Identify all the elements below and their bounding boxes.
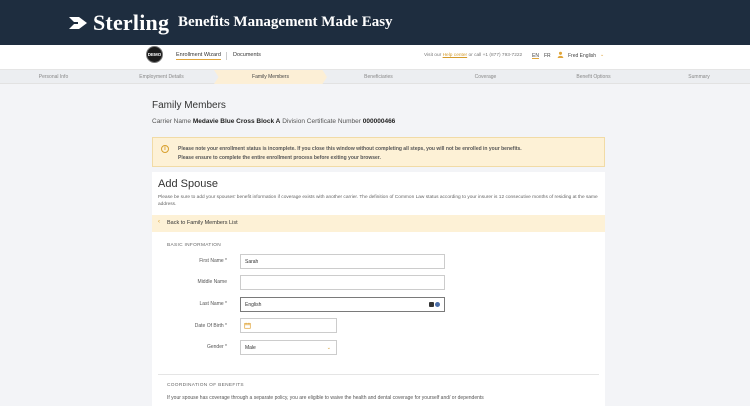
autofill-icon (435, 302, 440, 307)
step-beneficiaries[interactable]: Beneficiaries (325, 70, 432, 84)
calendar-icon[interactable] (244, 322, 251, 329)
last-name-label: Last Name * (199, 301, 227, 307)
middle-name-input[interactable] (240, 275, 445, 290)
language-fr[interactable]: FR (544, 53, 551, 59)
top-banner: Sterling Benefits Management Made Easy (0, 0, 750, 45)
user-icon (557, 51, 564, 58)
user-menu[interactable]: Fred English (568, 53, 596, 59)
alert-line-1: Please note your enrollment status is in… (178, 146, 522, 152)
chevron-down-icon: ⌄ (326, 345, 331, 351)
gender-label: Gender * (206, 344, 227, 350)
logo-text: Sterling (93, 10, 170, 35)
first-name-label: First Name * (199, 258, 227, 264)
sterling-logo[interactable]: Sterling (68, 10, 169, 36)
cob-text: If your spouse has coverage through a se… (167, 395, 484, 401)
step-employment-details[interactable]: Employment Details (108, 70, 215, 84)
section-divider (158, 374, 599, 375)
last-name-input[interactable]: English (240, 297, 445, 312)
gender-select[interactable]: Male ⌄ (240, 340, 337, 355)
middle-name-label: Middle Name (197, 279, 227, 285)
form-heading: Add Spouse (158, 178, 218, 190)
cob-label: COORDINATION OF BENEFITS (167, 383, 244, 388)
last-name-value: English (245, 302, 262, 308)
demo-badge: DEMO (146, 46, 163, 63)
tab-documents[interactable]: Documents (233, 52, 261, 58)
chevron-down-icon[interactable]: ⌄ (600, 52, 604, 58)
step-family-members[interactable]: Family Members (214, 70, 327, 84)
enrollment-alert: i Please note your enrollment status is … (152, 137, 605, 167)
add-spouse-card: Add Spouse Please be sure to add your sp… (152, 172, 605, 406)
help-center-link[interactable]: Help center (443, 53, 468, 58)
dob-label: Date Of Birth * (194, 323, 227, 329)
back-to-list-button[interactable]: ‹ Back to Family Members List (152, 215, 605, 232)
language-en[interactable]: EN (532, 53, 539, 59)
sub-navigation: DEMO Enrollment Wizard Documents Visit o… (0, 45, 750, 70)
nav-divider (226, 52, 227, 60)
help-text: Visit our Help center or call +1 (877) 7… (424, 53, 523, 58)
first-name-input[interactable]: Sarah (240, 254, 445, 269)
step-personal-info[interactable]: Personal Info (0, 70, 107, 84)
alert-line-2: Please ensure to complete the entire enr… (178, 155, 381, 161)
back-label: Back to Family Members List (167, 220, 238, 226)
basic-info-label: BASIC INFORMATION (167, 243, 222, 248)
dob-input[interactable] (240, 318, 337, 333)
sterling-arrow-icon (68, 17, 87, 29)
autofill-icons[interactable] (429, 302, 440, 307)
gender-value: Male (245, 345, 256, 351)
info-icon: i (161, 145, 169, 153)
carrier-info: Carrier Name Medavie Blue Cross Block A … (152, 118, 396, 125)
tab-enrollment-wizard[interactable]: Enrollment Wizard (176, 52, 221, 60)
page-title: Family Members (152, 100, 226, 111)
password-manager-icon (429, 302, 434, 307)
step-summary[interactable]: Summary (648, 70, 750, 84)
chevron-left-icon: ‹ (158, 219, 160, 225)
tagline: Benefits Management Made Easy (178, 14, 393, 30)
step-coverage[interactable]: Coverage (432, 70, 539, 84)
progress-steps: Personal Info Employment Details Family … (0, 70, 750, 84)
step-benefit-options[interactable]: Benefit Options (540, 70, 647, 84)
form-intro: Please be sure to add your spouses' bene… (158, 195, 598, 207)
